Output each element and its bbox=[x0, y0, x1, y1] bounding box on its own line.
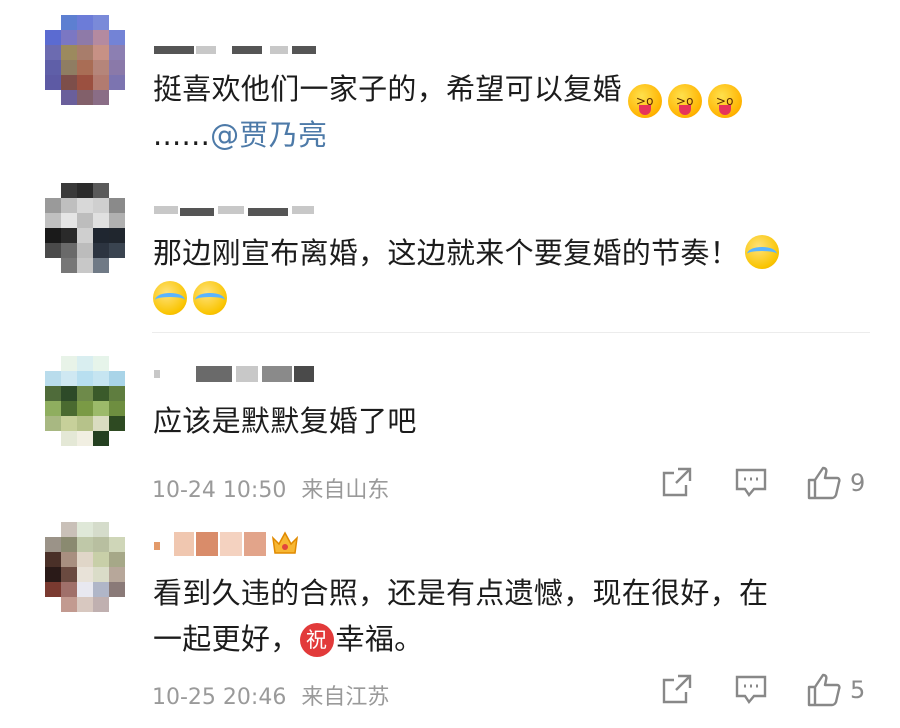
avatar[interactable] bbox=[45, 522, 125, 612]
like-count: 5 bbox=[850, 676, 866, 704]
comment-actions: 9 bbox=[660, 465, 880, 505]
comment-date: 10-24 10:50 bbox=[152, 478, 287, 503]
comment-actions: 5 bbox=[660, 672, 880, 712]
comment-text: 那边刚宣布离婚，这边就来个要复婚的节奏！ bbox=[153, 233, 780, 273]
comment-button[interactable] bbox=[734, 672, 768, 706]
thumbs-up-icon bbox=[807, 466, 841, 500]
comment-text-line-2 bbox=[153, 279, 227, 319]
avatar[interactable] bbox=[45, 15, 125, 105]
tongue-out-emoji: >o bbox=[667, 84, 702, 118]
laugh-cry-emoji bbox=[153, 281, 187, 315]
comment-meta: 10-24 10:50 来自山东 bbox=[152, 472, 389, 504]
like-button[interactable]: 9 bbox=[806, 465, 865, 501]
laugh-cry-emoji bbox=[193, 281, 227, 315]
avatar[interactable] bbox=[45, 356, 125, 446]
comment-meta: 10-25 20:46 来自江苏 bbox=[152, 679, 389, 711]
comment-text: 挺喜欢他们一家子的，希望可以复婚 >o >o >o bbox=[153, 69, 742, 118]
divider bbox=[152, 332, 870, 333]
like-count: 9 bbox=[850, 469, 866, 497]
thumbs-up-icon bbox=[807, 673, 841, 707]
tongue-out-emoji: >o bbox=[627, 84, 662, 118]
laugh-cry-emoji bbox=[745, 235, 780, 269]
username-blurred[interactable] bbox=[152, 528, 352, 556]
username-blurred[interactable] bbox=[152, 358, 352, 382]
crown-icon bbox=[270, 528, 300, 558]
comment-source: 来自江苏 bbox=[301, 685, 390, 710]
comment-text: 应该是默默复婚了吧 bbox=[153, 404, 417, 438]
mention-link[interactable]: @贾乃亮 bbox=[210, 118, 327, 152]
share-button[interactable] bbox=[660, 465, 694, 499]
username-blurred[interactable] bbox=[152, 196, 352, 220]
comment-text-line-2: 一起更好，祝幸福。 bbox=[153, 622, 424, 657]
share-icon bbox=[662, 467, 692, 497]
share-button[interactable] bbox=[660, 672, 694, 706]
tongue-out-emoji: >o bbox=[707, 84, 742, 118]
comment-icon bbox=[735, 468, 767, 498]
username-blurred[interactable] bbox=[152, 36, 352, 60]
blessing-badge: 祝 bbox=[299, 623, 334, 657]
like-button[interactable]: 5 bbox=[806, 672, 865, 708]
comment-date: 10-25 20:46 bbox=[152, 685, 287, 710]
comment-source: 来自山东 bbox=[301, 478, 390, 503]
avatar[interactable] bbox=[45, 183, 125, 273]
comment-icon bbox=[735, 675, 767, 705]
comment-button[interactable] bbox=[734, 465, 768, 499]
share-icon bbox=[662, 674, 692, 704]
comment-text-line-2: ......@贾乃亮 bbox=[153, 118, 328, 152]
comment-text: 看到久违的合照，还是有点遗憾，现在很好，在 bbox=[153, 576, 769, 610]
